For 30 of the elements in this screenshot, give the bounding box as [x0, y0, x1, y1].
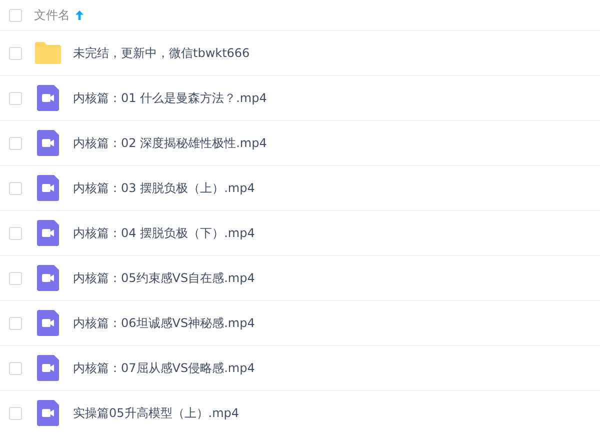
video-file-icon: [37, 265, 59, 291]
row-checkbox[interactable]: [9, 92, 22, 104]
sort-up-icon[interactable]: [75, 10, 84, 20]
file-name[interactable]: 内核篇：06坦诚感VS神秘感.mp4: [73, 314, 255, 332]
column-header[interactable]: 文件名: [34, 6, 70, 24]
row-checkbox[interactable]: [9, 46, 22, 60]
row-checkbox[interactable]: [9, 226, 22, 240]
row-checkbox[interactable]: [9, 272, 22, 284]
video-file-icon: [37, 355, 59, 381]
video-file-icon: [37, 85, 59, 111]
file-name[interactable]: 内核篇：05约束感VS自在感.mp4: [73, 270, 255, 286]
video-file-icon: [37, 130, 59, 156]
video-file-icon: [37, 175, 59, 201]
row-checkbox[interactable]: [9, 136, 22, 150]
select-all-checkbox[interactable]: [9, 8, 22, 22]
row-checkbox[interactable]: [9, 182, 22, 194]
file-name[interactable]: 内核篇：07屈从感VS侵略感.mp4: [73, 360, 255, 376]
folder-icon: [35, 42, 61, 64]
file-name[interactable]: 内核篇：01 什么是曼森方法？.mp4: [73, 90, 267, 106]
row-checkbox[interactable]: [9, 362, 22, 374]
file-name[interactable]: 实操篇05升高模型（上）.mp4: [73, 404, 240, 422]
row-checkbox[interactable]: [9, 406, 22, 420]
file-name[interactable]: 内核篇：03 摆脱负极（上）.mp4: [73, 180, 255, 196]
row-checkbox[interactable]: [9, 316, 22, 330]
video-file-icon: [37, 310, 59, 336]
video-file-icon: [37, 400, 59, 426]
file-name[interactable]: 未完结，更新中，微信tbwkt666: [73, 44, 250, 62]
video-file-icon: [37, 220, 59, 246]
file-name[interactable]: 内核篇：04 摆脱负极（下）.mp4: [73, 224, 255, 242]
file-name[interactable]: 内核篇：02 深度揭秘雄性极性.mp4: [73, 134, 267, 152]
